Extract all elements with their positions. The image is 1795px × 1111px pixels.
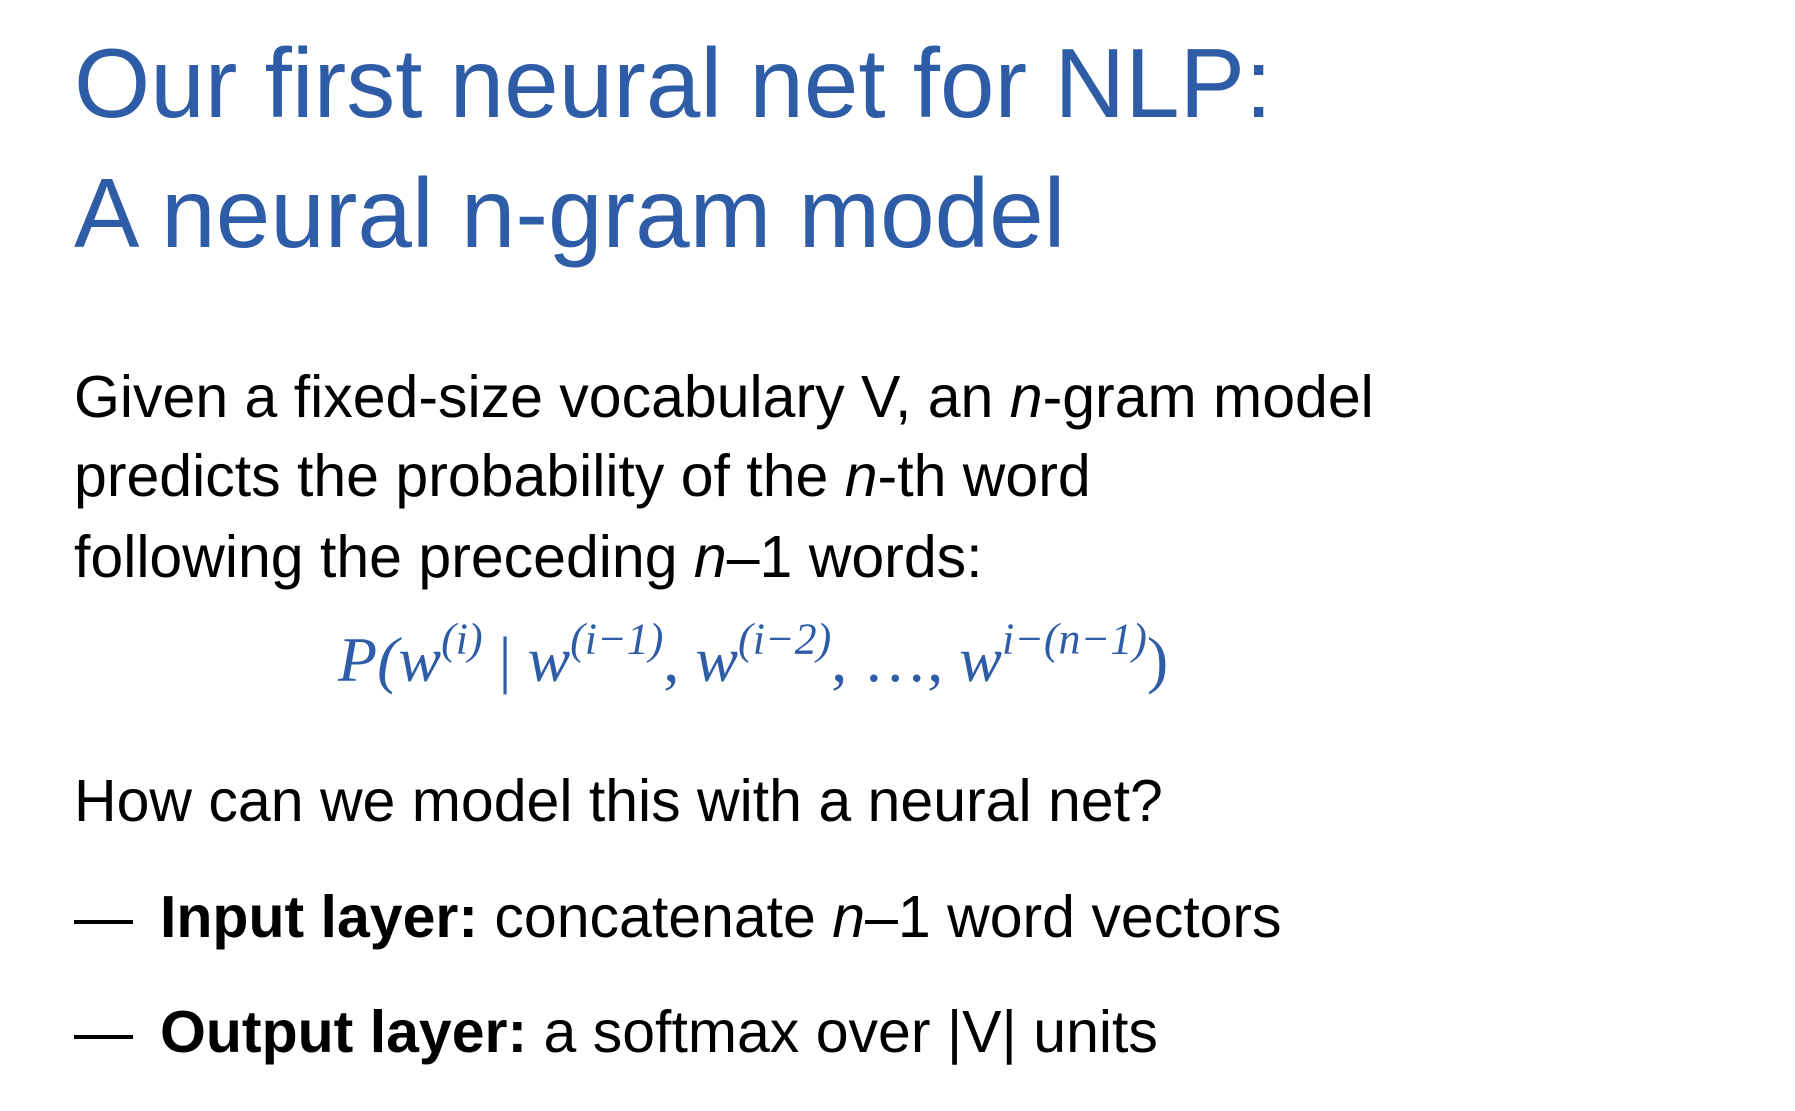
bullet-dash: — <box>74 884 133 950</box>
bullet-dash: — <box>74 999 133 1065</box>
formula-w: w <box>959 624 1002 695</box>
probability-formula: P(w(i) | w(i−1), w(i−2), …, wi−(n−1)) <box>338 617 1168 692</box>
intro-text: predicts the probability of the <box>74 443 845 509</box>
intro-line-1: Given a fixed-size vocabulary V, an n-gr… <box>74 368 1374 427</box>
formula-superscript: (i−2) <box>738 614 832 664</box>
n-variable: n <box>832 884 866 950</box>
formula-comma: , <box>663 624 696 695</box>
bullet-input-layer: — Input layer: concatenate n–1 word vecto… <box>74 888 1282 947</box>
formula-superscript: (i) <box>441 614 483 664</box>
formula-close: ) <box>1146 624 1169 695</box>
bullet-text: –1 word vectors <box>865 884 1282 950</box>
bullet-label: Input layer: <box>160 884 478 950</box>
intro-text: -th word <box>877 443 1091 509</box>
intro-line-3: following the preceding n–1 words: <box>74 528 983 587</box>
n-variable: n <box>693 524 727 590</box>
n-variable: n <box>1009 364 1043 430</box>
intro-text: –1 words: <box>726 524 983 590</box>
slide-title-line-1: Our first neural net for NLP: <box>74 28 1273 138</box>
slide: Our first neural net for NLP: A neural n… <box>0 0 1795 1111</box>
formula-dots: , …, <box>831 624 960 695</box>
formula-bar: | <box>482 624 528 695</box>
intro-text: -gram model <box>1042 364 1374 430</box>
formula-p-open: P(w <box>338 624 442 695</box>
formula-w: w <box>527 624 571 695</box>
bullet-label: Output layer: <box>160 999 528 1065</box>
bullet-text: a softmax over |V| units <box>527 999 1158 1065</box>
bullet-text: concatenate <box>478 884 833 950</box>
intro-line-2: predicts the probability of the n-th wor… <box>74 447 1091 506</box>
formula-superscript: (i−1) <box>570 614 664 664</box>
slide-title-line-2: A neural n-gram model <box>74 158 1066 268</box>
intro-text: following the preceding <box>74 524 694 590</box>
formula-w: w <box>695 624 739 695</box>
intro-text: Given a fixed-size vocabulary V, an <box>74 364 1010 430</box>
n-variable: n <box>844 443 878 509</box>
bullet-output-layer: — Output layer: a softmax over |V| units <box>74 1003 1158 1062</box>
formula-superscript: i−(n−1) <box>1001 614 1147 664</box>
question-text: How can we model this with a neural net? <box>74 768 1163 834</box>
